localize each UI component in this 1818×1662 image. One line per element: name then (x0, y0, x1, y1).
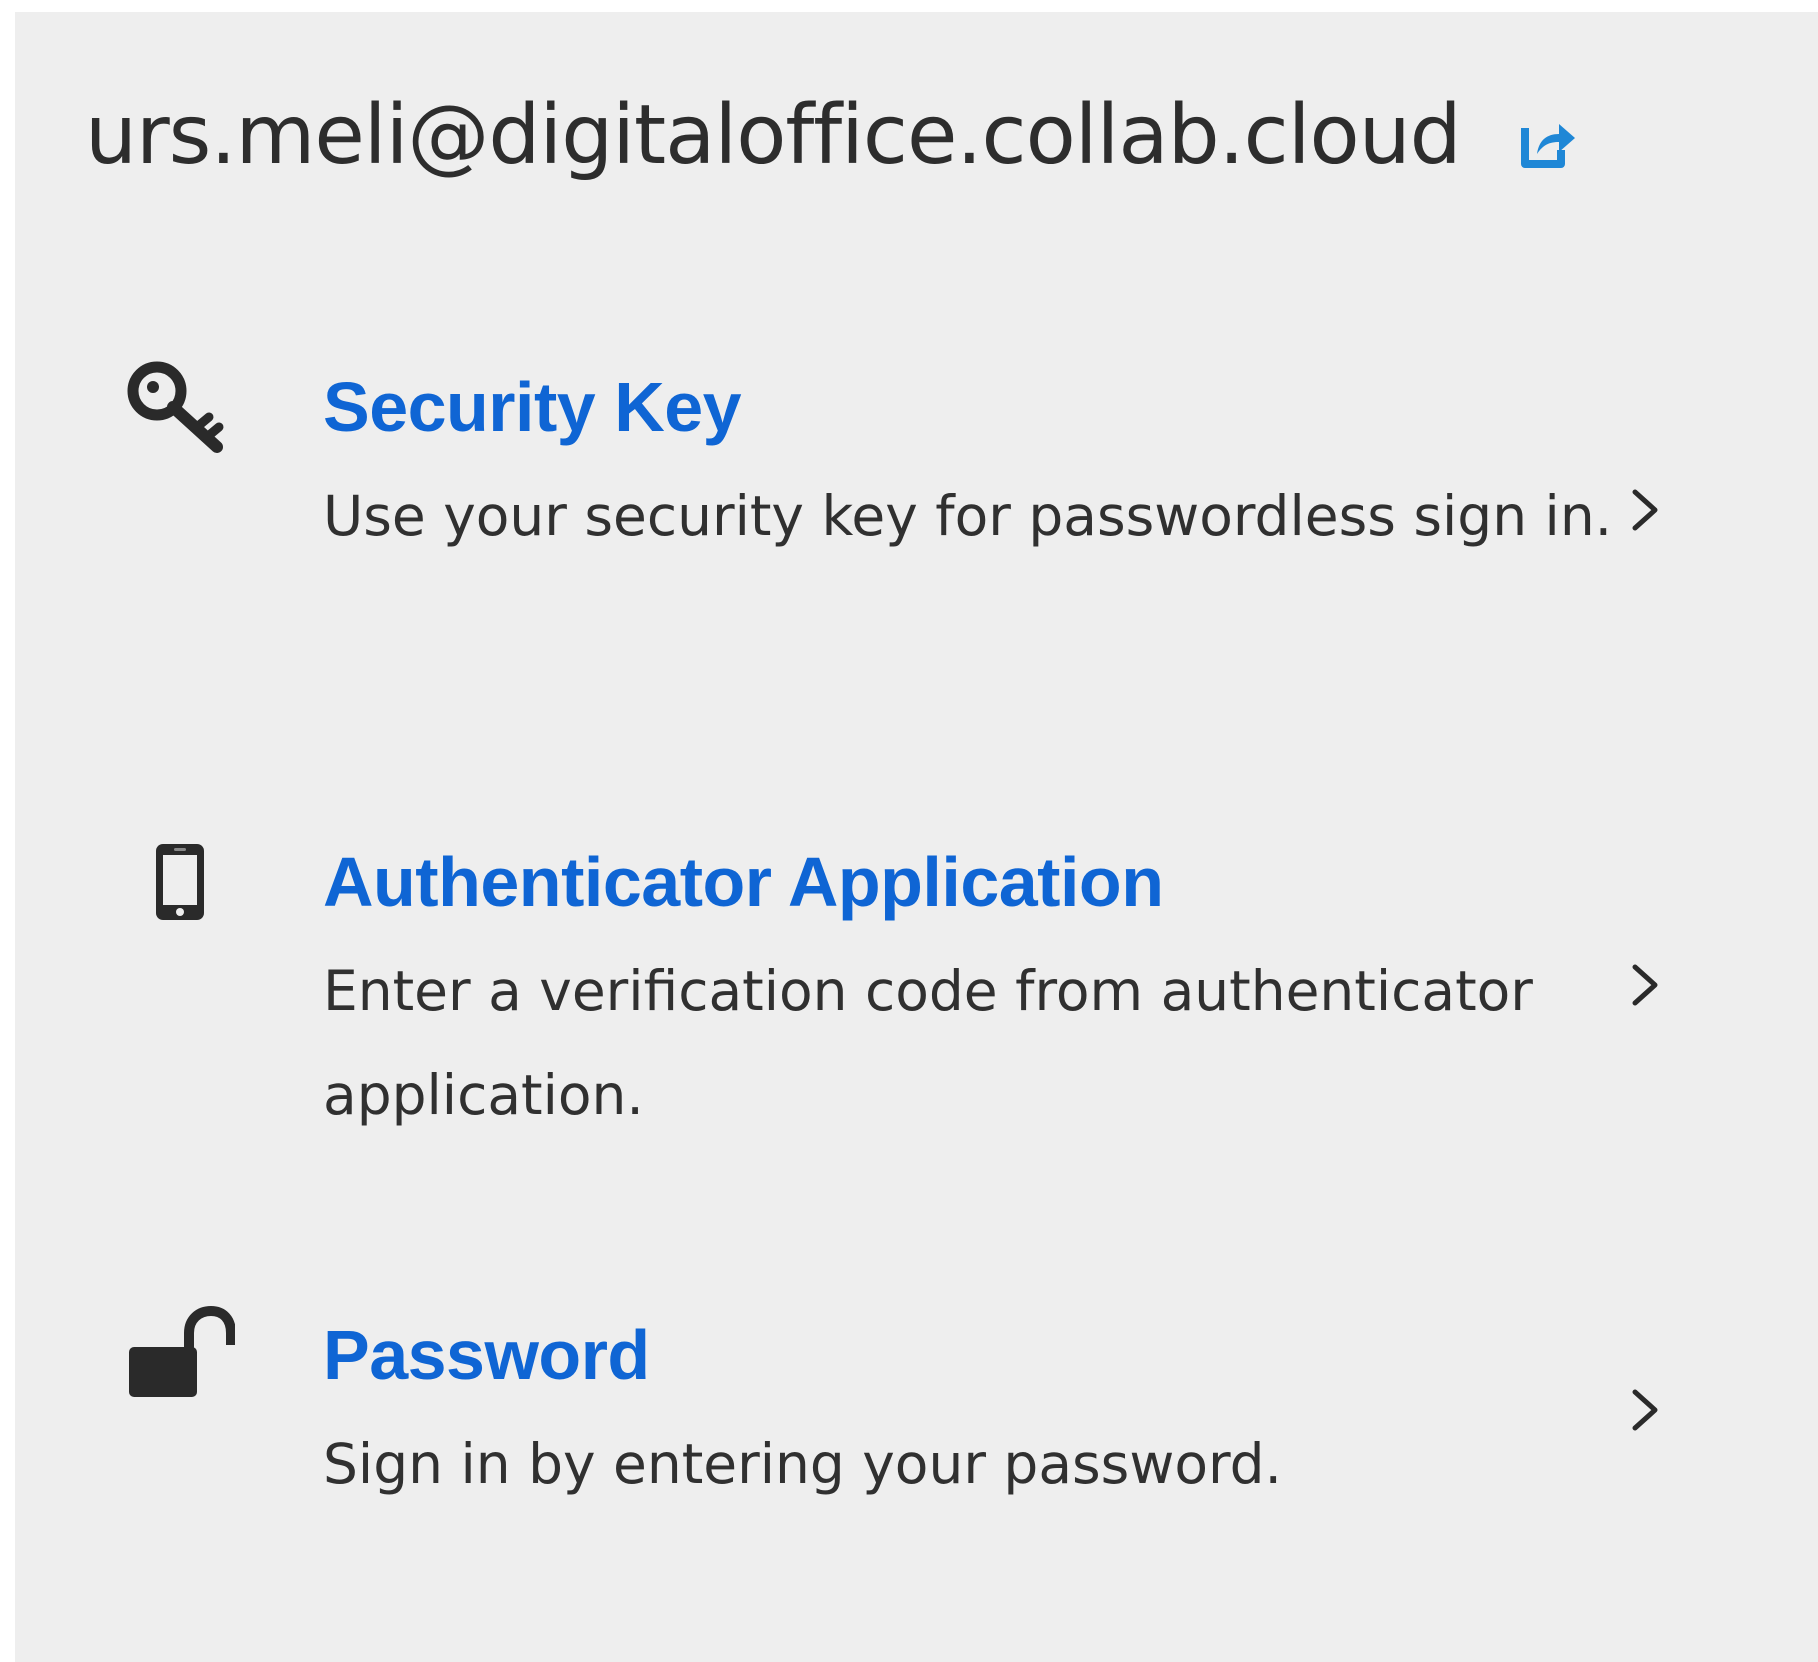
restart-login-link[interactable] (1517, 112, 1577, 172)
header: urs.meli@digitaloffice.collab.cloud (85, 86, 1577, 186)
option-security-key[interactable]: Security Key Use your security key for p… (115, 352, 1685, 672)
external-link-icon (1520, 124, 1575, 168)
key-icon (115, 352, 245, 462)
attempted-username: urs.meli@digitaloffice.collab.cloud (85, 88, 1462, 183)
option-title: Security Key (323, 368, 742, 446)
option-description: Use your security key for passwordless s… (323, 484, 1613, 548)
option-authenticator-app[interactable]: Authenticator Application Enter a verifi… (115, 827, 1685, 1147)
unlock-icon (115, 1300, 245, 1410)
chevron-right-icon (1615, 480, 1675, 540)
login-panel: urs.meli@digitaloffice.collab.cloud Secu… (15, 12, 1818, 1662)
option-title: Password (323, 1316, 650, 1394)
option-description: Enter a verification code from authentic… (323, 959, 1533, 1127)
option-description: Sign in by entering your password. (323, 1432, 1283, 1496)
mobile-phone-icon (115, 827, 245, 937)
option-title: Authenticator Application (323, 843, 1164, 921)
chevron-right-icon (1615, 1380, 1675, 1440)
chevron-right-icon (1615, 955, 1675, 1015)
option-password[interactable]: Password Sign in by entering your passwo… (115, 1300, 1685, 1550)
